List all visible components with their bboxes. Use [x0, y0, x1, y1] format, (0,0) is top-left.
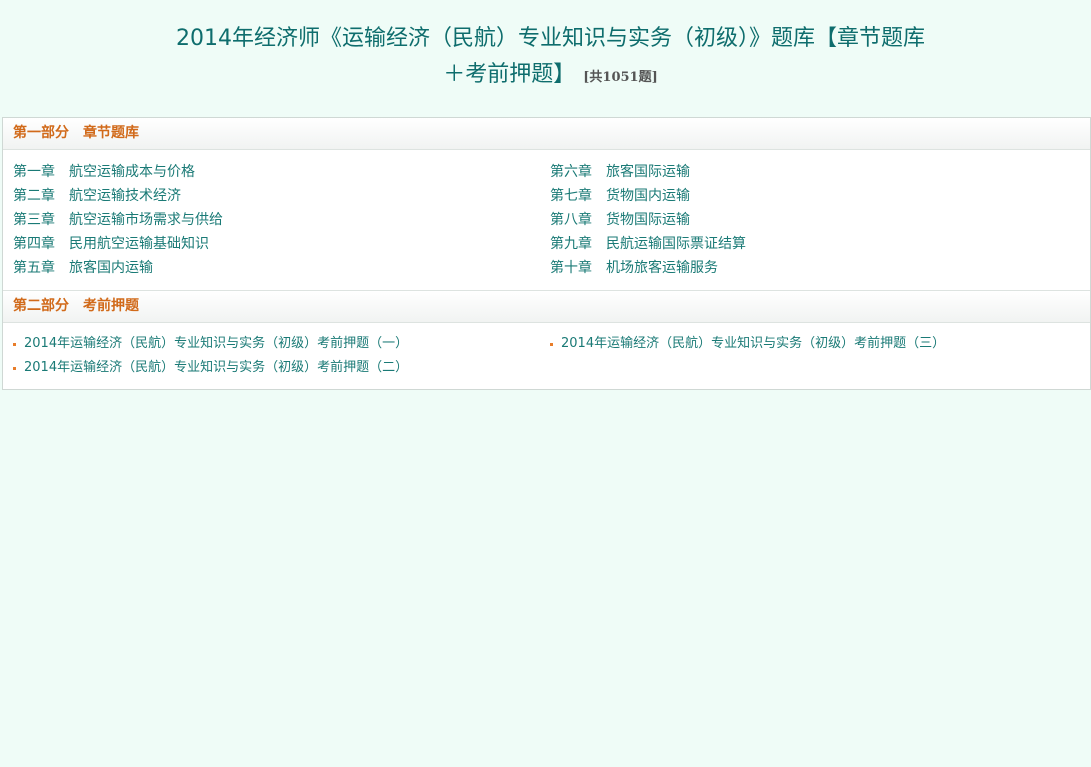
- chapter-number: 第九章: [550, 236, 592, 252]
- chapter-link-9[interactable]: 第九章 民航运输国际票证结算: [550, 235, 746, 253]
- chapter-link-5[interactable]: 第五章 旅客国内运输: [13, 259, 153, 277]
- chapter-number: 第十章: [550, 260, 592, 276]
- chapter-title: 民航运输国际票证结算: [606, 236, 746, 252]
- question-count: [共1051题]: [583, 70, 658, 85]
- section-part-label: 第一部分: [13, 125, 69, 141]
- chapter-title: 航空运输成本与价格: [69, 164, 195, 180]
- mock-exam-link-3[interactable]: 2014年运输经济（民航）专业知识与实务（初级）考前押题（三）: [561, 335, 945, 353]
- chapter-title: 机场旅客运输服务: [606, 260, 718, 276]
- chapter-title: 货物国际运输: [606, 212, 690, 228]
- chapter-title: 航空运输技术经济: [69, 188, 181, 204]
- section-title-mock-exams: 第二部分 考前押题: [13, 298, 139, 315]
- section-name-label: 章节题库: [83, 125, 139, 141]
- chapter-title: 货物国内运输: [606, 188, 690, 204]
- content-panel: 第一部分 章节题库 第一章 航空运输成本与价格 第二章 航空运输技术经济 第三章 航空运…: [2, 117, 1091, 390]
- chapter-title: 航空运输市场需求与供给: [69, 212, 223, 228]
- chapter-link-4[interactable]: 第四章 民用航空运输基础知识: [13, 235, 209, 253]
- bullet-icon: [550, 343, 553, 346]
- chapter-title: 旅客国际运输: [606, 164, 690, 180]
- bullet-icon: [13, 367, 16, 370]
- chapter-number: 第六章: [550, 164, 592, 180]
- chapter-number: 第五章: [13, 260, 55, 276]
- chapter-link-8[interactable]: 第八章 货物国际运输: [550, 211, 690, 229]
- mock-exam-link-2[interactable]: 2014年运输经济（民航）专业知识与实务（初级）考前押题（二）: [24, 359, 408, 377]
- chapter-link-2[interactable]: 第二章 航空运输技术经济: [13, 187, 181, 205]
- page-title-continued: ＋考前押题】 [共1051题]: [0, 60, 1091, 93]
- chapter-link-6[interactable]: 第六章 旅客国际运输: [550, 163, 690, 181]
- chapter-number: 第四章: [13, 236, 55, 252]
- mock-exam-link-1[interactable]: 2014年运输经济（民航）专业知识与实务（初级）考前押题（一）: [24, 335, 408, 353]
- chapter-title: 旅客国内运输: [69, 260, 153, 276]
- section-name-label: 考前押题: [83, 298, 139, 314]
- chapter-link-10[interactable]: 第十章 机场旅客运输服务: [550, 259, 718, 277]
- chapter-number: 第一章: [13, 164, 55, 180]
- chapter-number: 第三章: [13, 212, 55, 228]
- page-header: 2014年经济师《运输经济（民航）专业知识与实务（初级）》题库【章节题库 ＋考前…: [0, 0, 1091, 112]
- section-header-chapters: 第一部分 章节题库: [3, 118, 1090, 150]
- page-title-tail: ＋考前押题】: [443, 62, 576, 87]
- chapter-link-1[interactable]: 第一章 航空运输成本与价格: [13, 163, 195, 181]
- chapter-title: 民用航空运输基础知识: [69, 236, 209, 252]
- bullet-icon: [13, 343, 16, 346]
- chapter-link-3[interactable]: 第三章 航空运输市场需求与供给: [13, 211, 223, 229]
- chapter-link-7[interactable]: 第七章 货物国内运输: [550, 187, 690, 205]
- section-part-label: 第二部分: [13, 298, 69, 314]
- section-header-mock-exams: 第二部分 考前押题: [3, 290, 1090, 323]
- section-title-chapters: 第一部分 章节题库: [13, 125, 139, 142]
- chapter-number: 第八章: [550, 212, 592, 228]
- chapter-number: 第七章: [550, 188, 592, 204]
- chapter-number: 第二章: [13, 188, 55, 204]
- page-title: 2014年经济师《运输经济（民航）专业知识与实务（初级）》题库【章节题库: [176, 26, 925, 51]
